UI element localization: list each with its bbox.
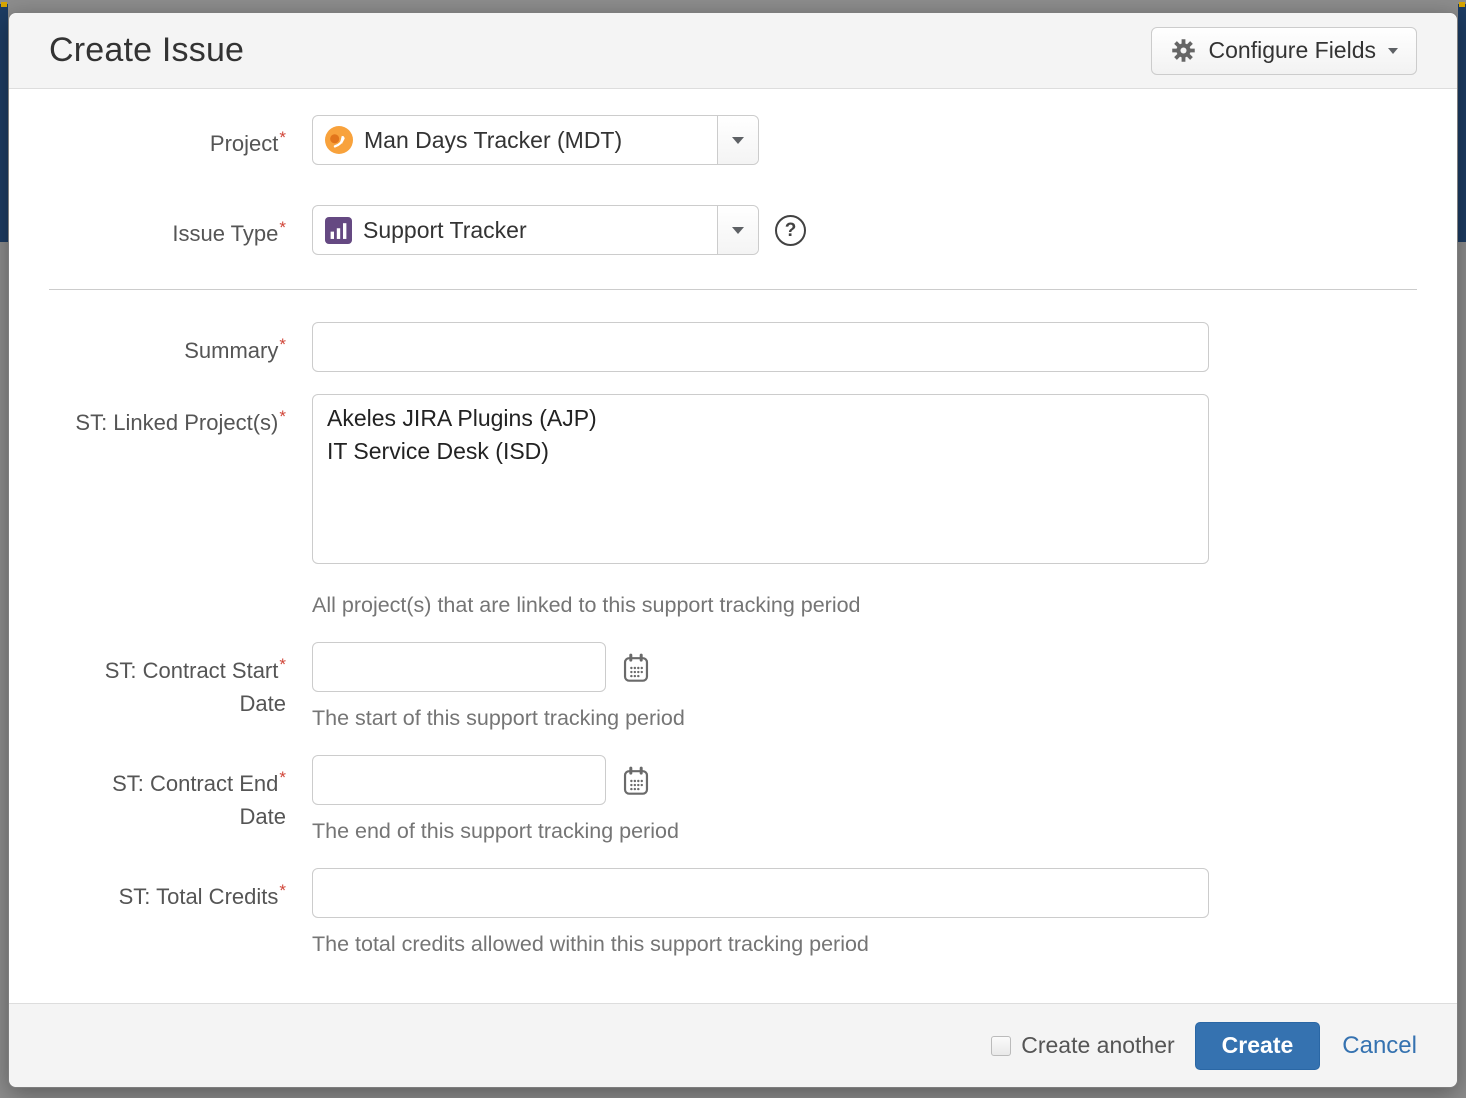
project-value-text: Man Days Tracker (MDT) (364, 127, 622, 154)
bar-chart-icon (325, 217, 352, 244)
calendar-icon[interactable] (622, 653, 650, 686)
create-another-checkbox[interactable] (991, 1036, 1011, 1056)
contract-end-input[interactable] (312, 755, 606, 805)
caret-down-icon (732, 227, 744, 234)
project-label: Project* (49, 115, 286, 160)
total-credits-input[interactable] (312, 868, 1209, 918)
total-credits-label: ST: Total Credits* (49, 868, 286, 913)
backdrop-accent (1, 2, 7, 7)
project-avatar-icon (325, 126, 353, 154)
contract-end-description: The end of this support tracking period (312, 818, 1417, 844)
create-another-label[interactable]: Create another (1021, 1032, 1174, 1059)
section-divider (49, 289, 1417, 290)
dialog-header: Create Issue Configure Fields (9, 13, 1457, 89)
linked-projects-multiselect[interactable]: Akeles JIRA Plugins (AJP) IT Service Des… (312, 394, 1209, 564)
field-row-summary: Summary* (49, 322, 1417, 372)
contract-start-label: ST: Contract Start*Date (49, 642, 286, 720)
issue-type-label: Issue Type* (49, 205, 286, 250)
required-marker: * (279, 128, 286, 147)
required-marker: * (279, 335, 286, 354)
summary-input[interactable] (312, 322, 1209, 372)
gear-icon (1170, 37, 1197, 64)
contract-start-description: The start of this support tracking perio… (312, 705, 1417, 731)
field-row-total-credits: ST: Total Credits* The total credits all… (49, 868, 1417, 957)
issue-type-selected-value[interactable]: Support Tracker (313, 206, 717, 254)
dialog-body: Project* Man Days Tracker (MDT) (9, 89, 1457, 1003)
chevron-down-icon (1388, 48, 1398, 54)
required-marker: * (279, 768, 286, 787)
configure-fields-label: Configure Fields (1209, 37, 1376, 64)
field-row-contract-start: ST: Contract Start*Date (49, 642, 1417, 731)
total-credits-description: The total credits allowed within this su… (312, 931, 1417, 957)
required-marker: * (279, 218, 286, 237)
backdrop-header-strip (0, 4, 8, 242)
linked-projects-description: All project(s) that are linked to this s… (312, 592, 1417, 618)
contract-end-label: ST: Contract End*Date (49, 755, 286, 833)
field-row-contract-end: ST: Contract End*Date (49, 755, 1417, 844)
summary-label: Summary* (49, 322, 286, 367)
field-row-linked-projects: ST: Linked Project(s)* Akeles JIRA Plugi… (49, 394, 1417, 618)
contract-start-input[interactable] (312, 642, 606, 692)
project-select[interactable]: Man Days Tracker (MDT) (312, 115, 759, 165)
linked-projects-label: ST: Linked Project(s)* (49, 394, 286, 439)
required-marker: * (279, 655, 286, 674)
question-circle-icon[interactable]: ? (775, 215, 806, 246)
field-row-project: Project* Man Days Tracker (MDT) (49, 115, 1417, 165)
dialog-title: Create Issue (49, 31, 244, 70)
required-marker: * (279, 407, 286, 426)
multiselect-option[interactable]: IT Service Desk (ISD) (313, 435, 1208, 468)
issue-type-dropdown-button[interactable] (717, 206, 758, 254)
create-button[interactable]: Create (1195, 1022, 1321, 1070)
cancel-link[interactable]: Cancel (1342, 1032, 1417, 1060)
field-row-issue-type: Issue Type* Support Tracker (49, 205, 1417, 255)
required-marker: * (279, 881, 286, 900)
caret-down-icon (732, 137, 744, 144)
configure-fields-button[interactable]: Configure Fields (1151, 27, 1417, 75)
backdrop-accent (1459, 2, 1465, 7)
issue-type-select[interactable]: Support Tracker (312, 205, 759, 255)
backdrop-header-strip (1458, 4, 1466, 242)
issue-type-value-text: Support Tracker (363, 217, 527, 244)
dialog-footer: Create another Create Cancel (9, 1003, 1457, 1087)
project-selected-value[interactable]: Man Days Tracker (MDT) (313, 116, 717, 164)
create-issue-dialog: Create Issue Configure Fields Project* (8, 12, 1458, 1088)
multiselect-option[interactable]: Akeles JIRA Plugins (AJP) (313, 402, 1208, 435)
project-dropdown-button[interactable] (717, 116, 758, 164)
calendar-icon[interactable] (622, 766, 650, 799)
